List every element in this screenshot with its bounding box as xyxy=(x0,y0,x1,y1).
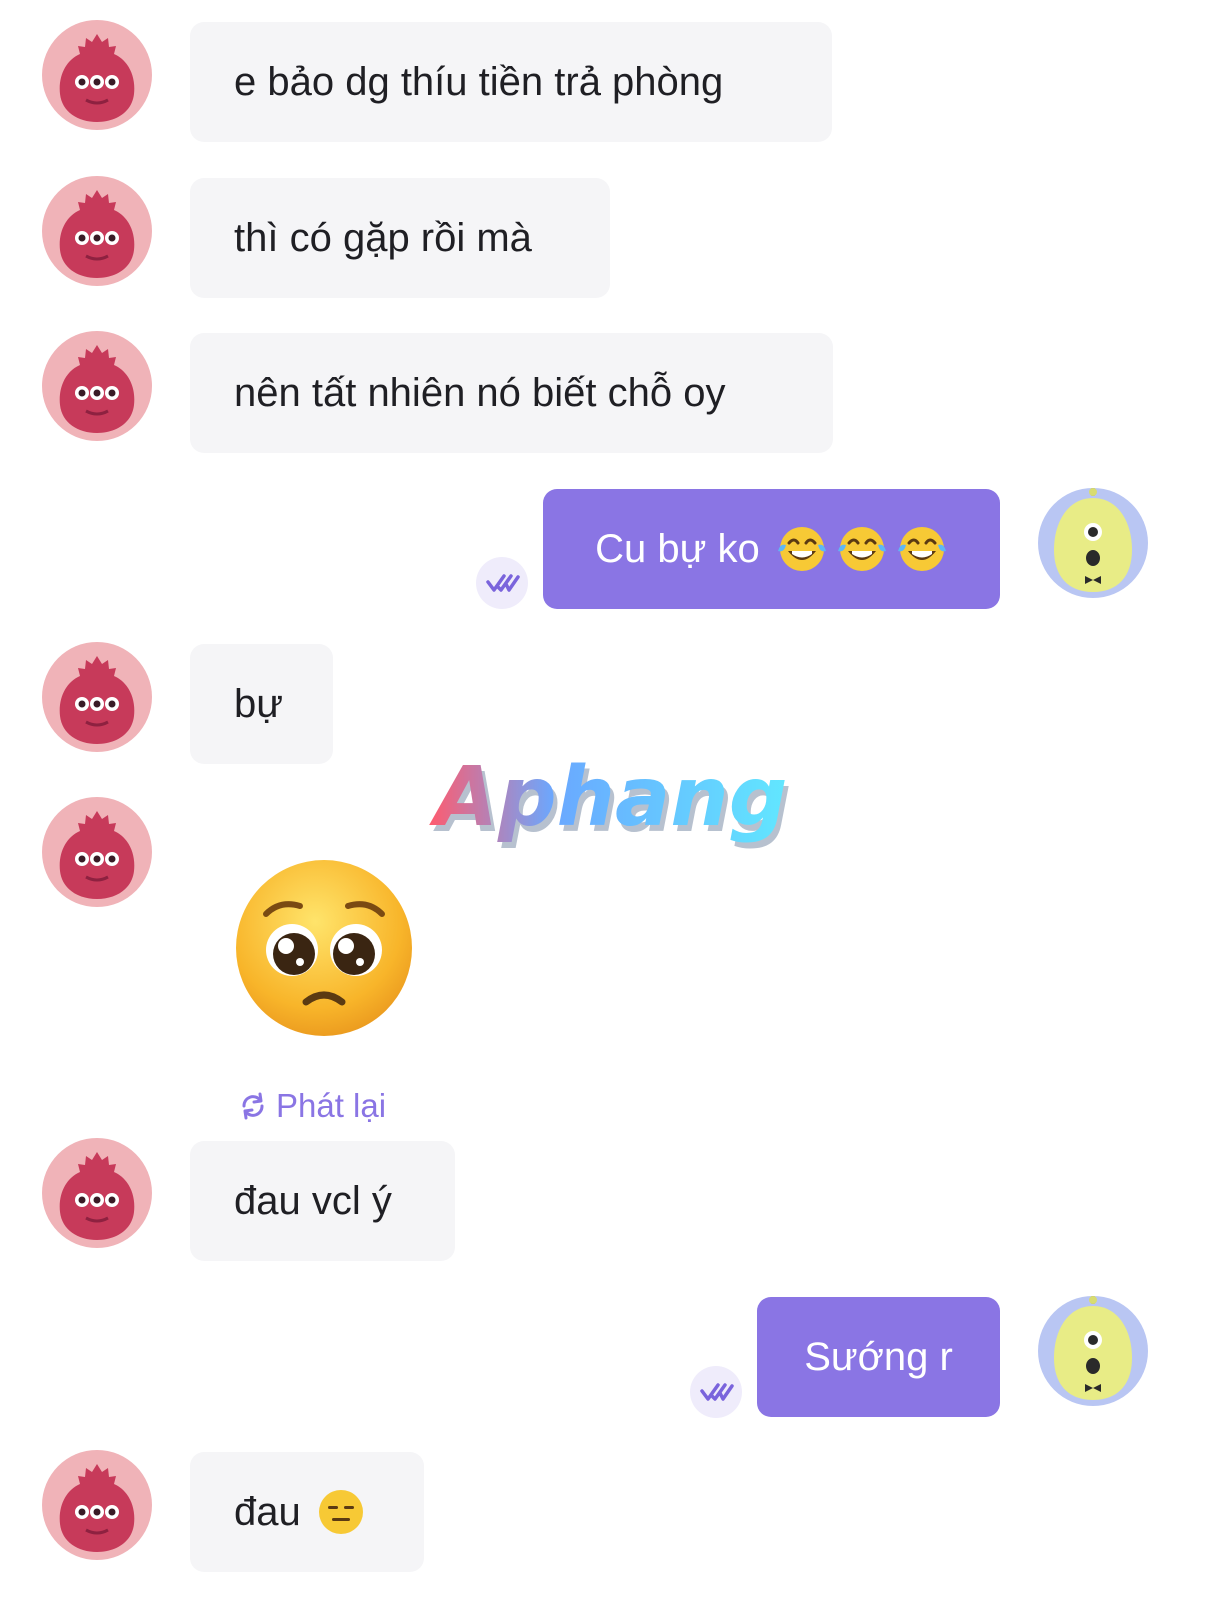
message-bubble-received[interactable]: đau vcl ý xyxy=(190,1141,455,1261)
yellow-alien-avatar[interactable] xyxy=(1038,1296,1148,1406)
message-bubble-received[interactable]: nên tất nhiên nó biết chỗ oy xyxy=(190,333,833,453)
message-text: đau vcl ý xyxy=(234,1179,392,1223)
message-bubble-received[interactable]: bự xyxy=(190,644,333,764)
red-monster-avatar[interactable] xyxy=(42,797,152,907)
message-text: đau xyxy=(234,1490,301,1534)
svg-text:Aphang: Aphang xyxy=(429,750,788,845)
message-text: e bảo dg thíu tiền trả phòng xyxy=(234,60,724,104)
message-bubble-received[interactable]: đau xyxy=(190,1452,424,1572)
expressionless-face-emoji xyxy=(315,1486,367,1538)
message-text: nên tất nhiên nó biết chỗ oy xyxy=(234,371,726,415)
red-monster-avatar[interactable] xyxy=(42,1450,152,1560)
message-bubble-received[interactable]: e bảo dg thíu tiền trả phòng xyxy=(190,22,832,142)
message-text: thì có gặp rồi mà xyxy=(234,216,532,260)
message-bubble-received[interactable]: thì có gặp rồi mà xyxy=(190,178,610,298)
replay-button[interactable]: Phát lại xyxy=(238,1086,386,1126)
red-monster-avatar[interactable] xyxy=(42,176,152,286)
red-monster-avatar[interactable] xyxy=(42,20,152,130)
tears-of-joy-emoji xyxy=(836,523,888,575)
yellow-alien-avatar[interactable] xyxy=(1038,488,1148,598)
replay-icon xyxy=(238,1091,268,1121)
message-text: bự xyxy=(234,682,284,726)
red-monster-avatar[interactable] xyxy=(42,331,152,441)
red-monster-avatar[interactable] xyxy=(42,1138,152,1248)
red-monster-avatar[interactable] xyxy=(42,642,152,752)
watermark-logo: Aphang Aphang xyxy=(426,750,796,850)
double-check-icon xyxy=(690,1366,742,1418)
replay-label: Phát lại xyxy=(276,1087,387,1124)
double-check-icon xyxy=(476,557,528,609)
message-bubble-sent[interactable]: Sướng r xyxy=(757,1297,1000,1417)
tears-of-joy-emoji xyxy=(776,523,828,575)
message-text: Cu bự ko xyxy=(595,527,760,571)
pleading-face-sticker[interactable] xyxy=(232,856,416,1040)
message-text: Sướng r xyxy=(804,1335,953,1379)
message-bubble-sent[interactable]: Cu bự ko xyxy=(543,489,1000,609)
tears-of-joy-emoji xyxy=(896,523,948,575)
